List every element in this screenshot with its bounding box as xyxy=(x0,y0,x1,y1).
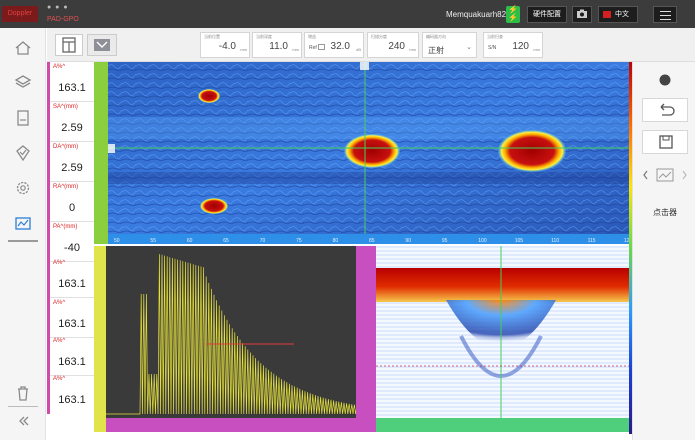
scan-view-icon[interactable] xyxy=(13,214,33,234)
active-indicator xyxy=(8,240,38,242)
c-scan-tick-label: 105 xyxy=(515,238,524,244)
c-scan-tick-label: 70 xyxy=(260,238,266,244)
image-nav-button[interactable] xyxy=(642,164,688,188)
indication-blob xyxy=(200,198,228,214)
indication-blob xyxy=(344,134,400,168)
layout-icon xyxy=(62,37,76,53)
camera-button[interactable] xyxy=(572,6,592,23)
c-scan-tick-label: 90 xyxy=(405,238,411,244)
toolbar: 当前位置 -4.0 mm 当前深度 11.0 mm 增益 Ref 32.0 dB… xyxy=(47,28,695,62)
c-scan-tick-label: 60 xyxy=(187,238,193,244)
indication-blob xyxy=(498,130,566,172)
b-scan-view[interactable] xyxy=(366,246,632,432)
reading-item[interactable]: PA^(mm) -40 xyxy=(50,222,94,262)
c-scan-y-axis xyxy=(94,62,108,244)
a-scan-view[interactable] xyxy=(94,246,366,432)
calibration-icon[interactable] xyxy=(13,143,33,163)
language-label: 中文 xyxy=(615,11,629,18)
gain-lock-icon xyxy=(318,44,325,50)
menu-icon xyxy=(660,11,671,12)
c-scan-tick-label: 110 xyxy=(551,238,559,244)
reading-item[interactable]: RA^(mm) 0 xyxy=(50,182,94,222)
reading-item[interactable]: SA^(mm) 2.59 xyxy=(50,102,94,142)
filter-icon xyxy=(94,39,110,51)
reading-item[interactable]: A%^ 163.1 xyxy=(50,336,94,376)
save-icon xyxy=(659,135,673,149)
c-scan-tick-label: 75 xyxy=(296,238,302,244)
app-logo: Doppler xyxy=(2,6,38,22)
param-depth[interactable]: 当前深度 11.0 mm xyxy=(252,32,302,58)
right-panel: 点击器 xyxy=(632,62,695,440)
record-icon xyxy=(659,74,671,86)
c-scan-tick-label: 55 xyxy=(150,238,156,244)
c-scan-tick-label: 95 xyxy=(442,238,448,244)
image-nav-icon xyxy=(643,168,687,182)
home-icon[interactable] xyxy=(13,38,33,58)
indication-blob xyxy=(198,89,220,103)
menu-button[interactable] xyxy=(653,6,677,23)
reading-item[interactable]: A%^ 163.1 xyxy=(50,62,94,102)
window-dots-icon: ● ● ● xyxy=(47,4,69,11)
trash-icon[interactable] xyxy=(13,383,33,403)
reading-item[interactable]: DA^(mm) 2.59 xyxy=(50,142,94,182)
app-name: PAD-GPO xyxy=(47,16,79,23)
left-navigation xyxy=(0,28,46,440)
a-scan-y-axis xyxy=(94,246,106,432)
param-current-scan[interactable]: 当前扫查 S/N 120 mm xyxy=(483,32,543,58)
reading-item[interactable]: A%^ 163.1 xyxy=(50,298,94,338)
title-bar: Doppler ● ● ● PAD-GPO Memquakuarh82 ⚡ ⚡ 硬… xyxy=(0,0,695,28)
hardware-config-button[interactable]: 硬件配置 xyxy=(527,6,567,23)
record-button[interactable] xyxy=(642,68,688,92)
measurement-readings: A%^ 163.1 SA^(mm) 2.59 DA^(mm) 2.59 RA^(mm)… xyxy=(50,62,94,414)
a-scan-x-axis xyxy=(106,418,366,432)
camera-icon xyxy=(577,9,587,18)
save-button[interactable] xyxy=(642,130,688,154)
c-scan-axis-ticks: 50 55 60 65 70 75 80 85 90 95 100 105 110 115 120 xyxy=(114,238,632,244)
chevron-down-icon: ⌄ xyxy=(466,44,472,51)
b-scan-x-axis xyxy=(376,418,632,432)
collapse-icon[interactable] xyxy=(13,411,33,431)
filter-button[interactable] xyxy=(87,34,117,56)
document-icon[interactable] xyxy=(13,108,33,128)
clicker-button[interactable]: 点击器 xyxy=(642,207,688,218)
layout-button[interactable] xyxy=(55,34,83,56)
param-gain[interactable]: 增益 Ref 32.0 dB xyxy=(304,32,364,58)
c-scan-tick-label: 100 xyxy=(478,238,487,244)
param-position[interactable]: 当前位置 -4.0 mm xyxy=(200,32,250,58)
layers-icon[interactable] xyxy=(13,72,33,92)
param-scan-step[interactable]: 扫描分度 240 mm xyxy=(367,32,419,58)
charge-status-icon: ⚡ ⚡ xyxy=(506,6,520,23)
c-scan-tick-label: 65 xyxy=(223,238,229,244)
c-scan-view[interactable]: 50 55 60 65 70 75 80 85 90 95 100 105 110 115 120 xyxy=(94,62,632,244)
undo-icon xyxy=(660,103,675,116)
c-scan-tick-label: 115 xyxy=(588,238,596,244)
c-scan-tick-label: 50 xyxy=(114,238,120,244)
china-flag-icon xyxy=(603,11,611,18)
language-button[interactable]: 中文 xyxy=(598,6,638,23)
reading-item[interactable]: A%^ 163.1 xyxy=(50,258,94,298)
settings-icon[interactable] xyxy=(13,178,33,198)
reading-item[interactable]: A%^ 163.1 xyxy=(50,374,94,414)
undo-button[interactable] xyxy=(642,98,688,122)
c-scan-tick-label: 80 xyxy=(333,238,339,244)
c-scan-tick-label: 85 xyxy=(369,238,375,244)
encoder-direction-select[interactable]: 编码器方向 正射 ⌄ xyxy=(422,32,477,58)
device-id: Memquakuarh82 xyxy=(446,10,507,19)
